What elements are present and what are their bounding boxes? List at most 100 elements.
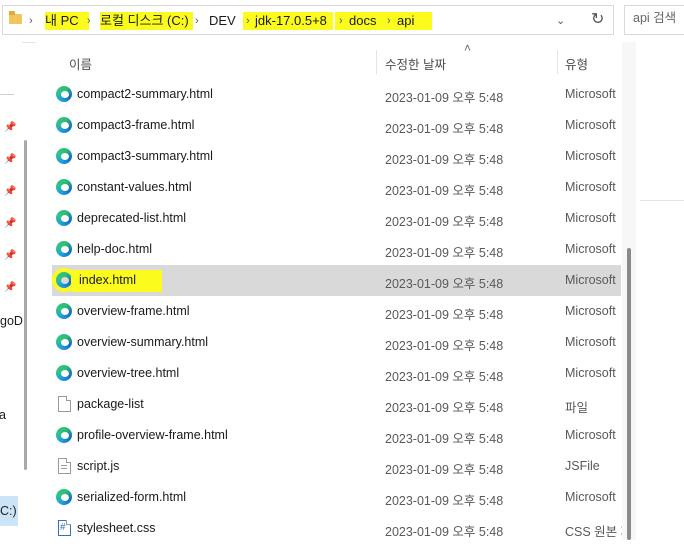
file-date: 2023-01-09 오후 5:48: [385, 339, 504, 353]
file-name: overview-tree.html: [77, 366, 180, 380]
nav-divider: [0, 94, 14, 95]
column-header-name[interactable]: 이름: [69, 54, 92, 73]
chevron-right-icon[interactable]: ›: [29, 12, 33, 30]
file-type: JSFile: [565, 459, 600, 473]
file-row[interactable]: compact3-frame.html 2023-01-09 오후 5:48 M…: [52, 110, 621, 141]
file-name: index.html: [71, 270, 162, 292]
file-date: 2023-01-09 오후 5:48: [385, 246, 504, 260]
chevron-right-icon[interactable]: ›: [87, 12, 91, 30]
file-row[interactable]: compact3-summary.html 2023-01-09 오후 5:48…: [52, 141, 621, 172]
breadcrumb-item-docs[interactable]: docs: [347, 12, 385, 30]
refresh-icon[interactable]: ↻: [591, 9, 604, 31]
edge-icon: [56, 148, 72, 164]
file-row[interactable]: profile-overview-frame.html 2023-01-09 오…: [52, 420, 621, 451]
column-divider[interactable]: [557, 50, 558, 74]
file-row[interactable]: help-doc.html 2023-01-09 오후 5:48 Microso…: [52, 234, 621, 265]
file-type: Microsoft: [565, 211, 616, 225]
breadcrumb-item-this-pc[interactable]: 내 PC: [45, 12, 82, 30]
chevron-down-icon[interactable]: ⌄: [556, 12, 565, 30]
chevron-right-icon[interactable]: ›: [243, 12, 253, 30]
pin-icon[interactable]: 📌: [4, 282, 16, 294]
file-type: Microsoft: [565, 87, 616, 101]
file-row[interactable]: overview-summary.html 2023-01-09 오후 5:48…: [52, 327, 621, 358]
file-row[interactable]: overview-tree.html 2023-01-09 오후 5:48 Mi…: [52, 358, 621, 389]
file-date: 2023-01-09 오후 5:48: [385, 432, 504, 446]
pin-icon[interactable]: 📌: [4, 186, 16, 198]
file-row[interactable]: constant-values.html 2023-01-09 오후 5:48 …: [52, 172, 621, 203]
nav-item-label[interactable]: a: [0, 408, 6, 422]
breadcrumb[interactable]: › 내 PC › 로컬 디스크 (C:) › DEV › jdk-17.0.5+…: [2, 5, 614, 35]
chevron-right-icon[interactable]: ›: [335, 12, 347, 30]
file-type: Microsoft: [565, 149, 616, 163]
file-type: Microsoft: [565, 242, 616, 256]
chevron-right-icon[interactable]: ›: [383, 12, 395, 30]
nav-item-label[interactable]: goD: [0, 314, 23, 328]
edge-icon: [56, 117, 72, 133]
file-name: package-list: [77, 397, 144, 411]
css-file-icon: [58, 520, 71, 536]
file-type: Microsoft: [565, 428, 616, 442]
file-row[interactable]: overview-frame.html 2023-01-09 오후 5:48 M…: [52, 296, 621, 327]
edge-icon: [56, 86, 72, 102]
search-input[interactable]: [633, 11, 684, 25]
pin-icon[interactable]: 📌: [4, 122, 16, 134]
file-name: compact3-frame.html: [77, 118, 195, 132]
file-name: help-doc.html: [77, 242, 153, 256]
details-pane: [636, 42, 684, 540]
file-type: Microsoft: [565, 366, 616, 380]
file-date: 2023-01-09 오후 5:48: [385, 184, 504, 198]
file-type: Microsoft: [565, 180, 616, 194]
file-date: 2023-01-09 오후 5:48: [385, 401, 504, 415]
breadcrumb-item-api[interactable]: api: [395, 12, 433, 30]
file-name: constant-values.html: [77, 180, 192, 194]
edge-icon: [56, 334, 72, 350]
column-divider[interactable]: [376, 50, 377, 74]
file-name: compact3-summary.html: [77, 149, 213, 163]
nav-item-local-disk[interactable]: C:): [0, 496, 18, 526]
nav-scrollbar[interactable]: [24, 140, 27, 470]
js-file-icon: [58, 458, 71, 474]
pin-icon[interactable]: 📌: [4, 250, 16, 262]
file-row[interactable]: deprecated-list.html 2023-01-09 오후 5:48 …: [52, 203, 621, 234]
file-date: 2023-01-09 오후 5:48: [385, 215, 504, 229]
file-date: 2023-01-09 오후 5:48: [385, 122, 504, 136]
file-name: compact2-summary.html: [77, 87, 213, 101]
breadcrumb-item-local-disk[interactable]: 로컬 디스크 (C:): [100, 12, 193, 30]
sort-ascending-icon: ˄: [464, 41, 472, 55]
file-date: 2023-01-09 오후 5:48: [385, 494, 504, 508]
pin-icon[interactable]: 📌: [4, 154, 16, 166]
edge-icon: [56, 365, 72, 381]
file-date: 2023-01-09 오후 5:48: [385, 153, 504, 167]
edge-icon: [56, 210, 72, 226]
chevron-right-icon[interactable]: ›: [195, 12, 199, 30]
file-date: 2023-01-09 오후 5:48: [385, 525, 504, 539]
breadcrumb-item-dev[interactable]: DEV: [209, 12, 236, 30]
file-date: 2023-01-09 오후 5:48: [385, 308, 504, 322]
file-row[interactable]: script.js 2023-01-09 오후 5:48 JSFile: [52, 451, 621, 482]
edge-icon: [56, 179, 72, 195]
file-date: 2023-01-09 오후 5:48: [385, 91, 504, 105]
file-type: Microsoft: [565, 304, 616, 318]
file-date: 2023-01-09 오후 5:48: [385, 463, 504, 477]
file-row-selected[interactable]: index.html 2023-01-09 오후 5:48 Microsoft: [52, 265, 621, 296]
scrollbar-thumb[interactable]: [627, 248, 631, 540]
file-row[interactable]: compact2-summary.html 2023-01-09 오후 5:48…: [52, 79, 621, 110]
file-type: Microsoft: [565, 273, 616, 287]
file-name: overview-summary.html: [77, 335, 209, 349]
file-row[interactable]: package-list 2023-01-09 오후 5:48 파일: [52, 389, 621, 420]
file-row[interactable]: serialized-form.html 2023-01-09 오후 5:48 …: [52, 482, 621, 513]
pin-icon[interactable]: 📌: [4, 218, 16, 230]
file-date: 2023-01-09 오후 5:48: [385, 277, 504, 291]
file-type: CSS 원본 파일: [565, 525, 625, 539]
file-name: script.js: [77, 459, 120, 473]
file-name: deprecated-list.html: [77, 211, 187, 225]
breadcrumb-item-jdk[interactable]: jdk-17.0.5+8: [253, 12, 333, 30]
edge-icon: [56, 303, 72, 319]
file-row[interactable]: stylesheet.css 2023-01-09 오후 5:48 CSS 원본…: [52, 513, 625, 544]
column-header-date[interactable]: 수정한 날짜: [385, 54, 446, 73]
column-header-type[interactable]: 유형: [565, 54, 588, 73]
folder-icon: [9, 11, 22, 24]
edge-icon: [56, 427, 72, 443]
column-header-row: 이름 ˄ 수정한 날짜 유형: [36, 41, 636, 82]
search-box[interactable]: [624, 5, 684, 35]
